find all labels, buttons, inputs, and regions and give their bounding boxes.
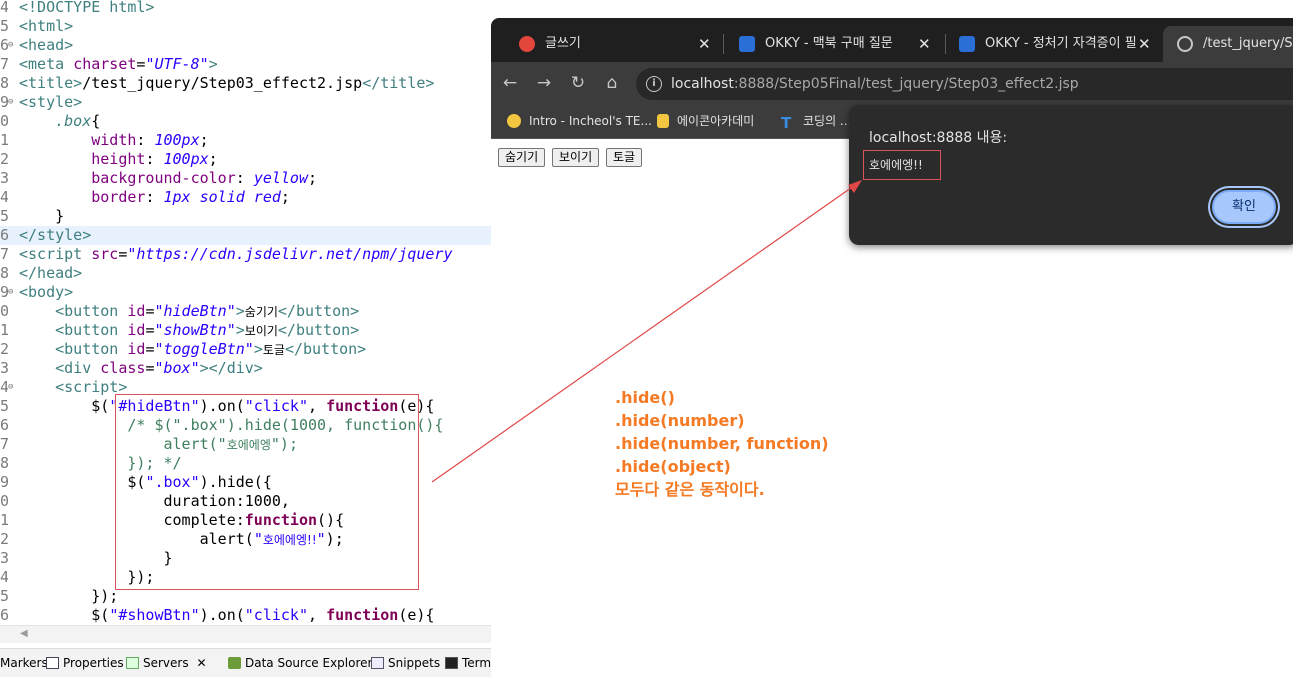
tab-test-jquery[interactable]: /test_jquery/Step <box>1163 26 1293 62</box>
tab-data-source-explorer[interactable]: Data Source Explorer <box>228 654 372 672</box>
bookmark-acorn-academy[interactable]: 에이콘아카데미 <box>657 104 754 138</box>
address-bar[interactable]: i localhost:8888/Step05Final/test_jquery… <box>636 68 1293 100</box>
tab-okky-macbook[interactable]: OKKY - 맥북 구매 질문 ✕ <box>725 26 935 62</box>
code-line: 9 ⊖ <style> <box>0 93 83 112</box>
fold-toggle-icon[interactable]: ⊖ <box>8 36 18 55</box>
t-logo-icon: T <box>781 114 792 132</box>
code-line: 3 background-color: yellow; <box>0 169 318 187</box>
annotation-note: .hide() .hide(number) .hide(number, func… <box>615 386 829 501</box>
tab-strip: 글쓰기 ✕ OKKY - 맥북 구매 질문 ✕ OKKY - 정처기 자격증이 … <box>491 18 1293 62</box>
servers-icon <box>126 657 139 669</box>
code-line: 8 <title>/test_jquery/Step03_effect2.jsp… <box>0 74 435 92</box>
code-line: 7 <script src="https://cdn.jsdelivr.net/… <box>0 245 453 263</box>
code-line: 2 height: 100px; <box>0 150 218 168</box>
code-line: 9 ⊖ <body> <box>0 283 74 302</box>
code-line: 1 <button id="showBtn">보이기</button> <box>0 321 360 339</box>
terminal-icon <box>445 657 458 669</box>
code-line: 0 .box{ <box>0 112 101 130</box>
tab-write[interactable]: 글쓰기 ✕ <box>505 26 715 62</box>
dialog-message: 호에에엥!! <box>863 150 941 180</box>
code-line: 4 border: 1px solid red; <box>0 188 290 206</box>
tab-properties[interactable]: Properties <box>46 654 124 672</box>
okky-blue-icon <box>959 36 975 52</box>
code-line: 6 $("#showBtn").on("click", function(e){ <box>0 606 435 624</box>
fold-toggle-icon[interactable]: ⊖ <box>8 93 18 112</box>
hide-button[interactable]: 숨기기 <box>498 148 546 167</box>
code-editor[interactable]: 4 <!DOCTYPE html> 5 <html> 6 ⊖ <head> 7 … <box>0 0 491 677</box>
okky-blue-icon <box>739 36 755 52</box>
snippets-icon <box>371 657 384 669</box>
close-tab-icon[interactable]: ✕ <box>698 26 711 62</box>
forward-arrow-icon[interactable]: → <box>531 70 557 96</box>
code-line: 1 width: 100px; <box>0 131 209 149</box>
code-line: 0 <button id="hideBtn">숨기기</button> <box>0 302 360 320</box>
code-line: 5 } <box>0 207 65 225</box>
fold-toggle-icon[interactable]: ⊖ <box>8 283 18 302</box>
bookmark-intro[interactable]: Intro - Incheol's TE... <box>507 104 652 138</box>
emoji-face-icon <box>507 114 521 128</box>
code-line: 4 <!DOCTYPE html> <box>0 0 155 16</box>
code-annotation-box <box>115 394 419 590</box>
eclipse-views-bar: Markers Properties Servers ✕ Data Source… <box>0 648 491 677</box>
url-text: localhost:8888/Step05Final/test_jquery/S… <box>671 76 1079 92</box>
code-line: 8 </head> <box>0 264 83 282</box>
tab-divider <box>723 34 724 54</box>
note-line: 모두다 같은 동작이다. <box>615 480 765 499</box>
tab-snippets[interactable]: Snippets <box>371 654 440 672</box>
note-line: .hide() <box>615 388 675 407</box>
show-button[interactable]: 보이기 <box>552 148 600 167</box>
note-line: .hide(number, function) <box>615 434 829 453</box>
close-tab-icon[interactable]: ✕ <box>1138 26 1151 62</box>
code-line: 6 ⊖ <head> <box>0 36 74 55</box>
code-line: 5 <html> <box>0 17 74 35</box>
alert-dialog: localhost:8888 내용: 호에에엥!! 확인 <box>849 105 1293 245</box>
tab-okky-certificate[interactable]: OKKY - 정처기 자격증이 필 ✕ <box>945 26 1155 62</box>
reload-icon[interactable]: ↻ <box>565 70 591 96</box>
data-source-icon <box>228 657 241 669</box>
bookmark-coding[interactable]: T 코딩의 ... <box>781 104 851 138</box>
tab-markers[interactable]: Markers <box>0 654 48 672</box>
note-line: .hide(object) <box>615 457 731 476</box>
back-arrow-icon[interactable]: ← <box>497 70 523 96</box>
code-line: 3 <div class="box"></div> <box>0 359 263 377</box>
code-line: 7 <meta charset="UTF-8"> <box>0 55 218 73</box>
tab-servers[interactable]: Servers ✕ <box>126 654 207 672</box>
tab-terminal[interactable]: Termi <box>445 654 491 672</box>
home-icon[interactable]: ⌂ <box>599 70 625 96</box>
ok-button[interactable]: 확인 <box>1212 190 1276 224</box>
note-line: .hide(number) <box>615 411 745 430</box>
info-icon[interactable]: i <box>646 76 662 92</box>
code-line: 2 <button id="toggleBtn">토글</button> <box>0 340 367 358</box>
close-icon[interactable]: ✕ <box>196 656 206 670</box>
dialog-title: localhost:8888 내용: <box>869 130 1008 146</box>
close-tab-icon[interactable]: ✕ <box>918 26 931 62</box>
folder-icon <box>657 114 669 128</box>
okky-red-icon <box>519 36 535 52</box>
globe-icon <box>1177 36 1193 52</box>
horizontal-scrollbar[interactable]: ◀ <box>0 625 491 643</box>
fold-toggle-icon[interactable]: ⊖ <box>8 378 18 397</box>
properties-icon <box>46 657 59 669</box>
toggle-button[interactable]: 토글 <box>606 148 643 167</box>
scroll-left-icon[interactable]: ◀ <box>20 628 28 639</box>
code-line-current: 6 </style> <box>0 226 491 245</box>
browser-toolbar: ← → ↻ ⌂ i localhost:8888/Step05Final/tes… <box>491 62 1293 104</box>
